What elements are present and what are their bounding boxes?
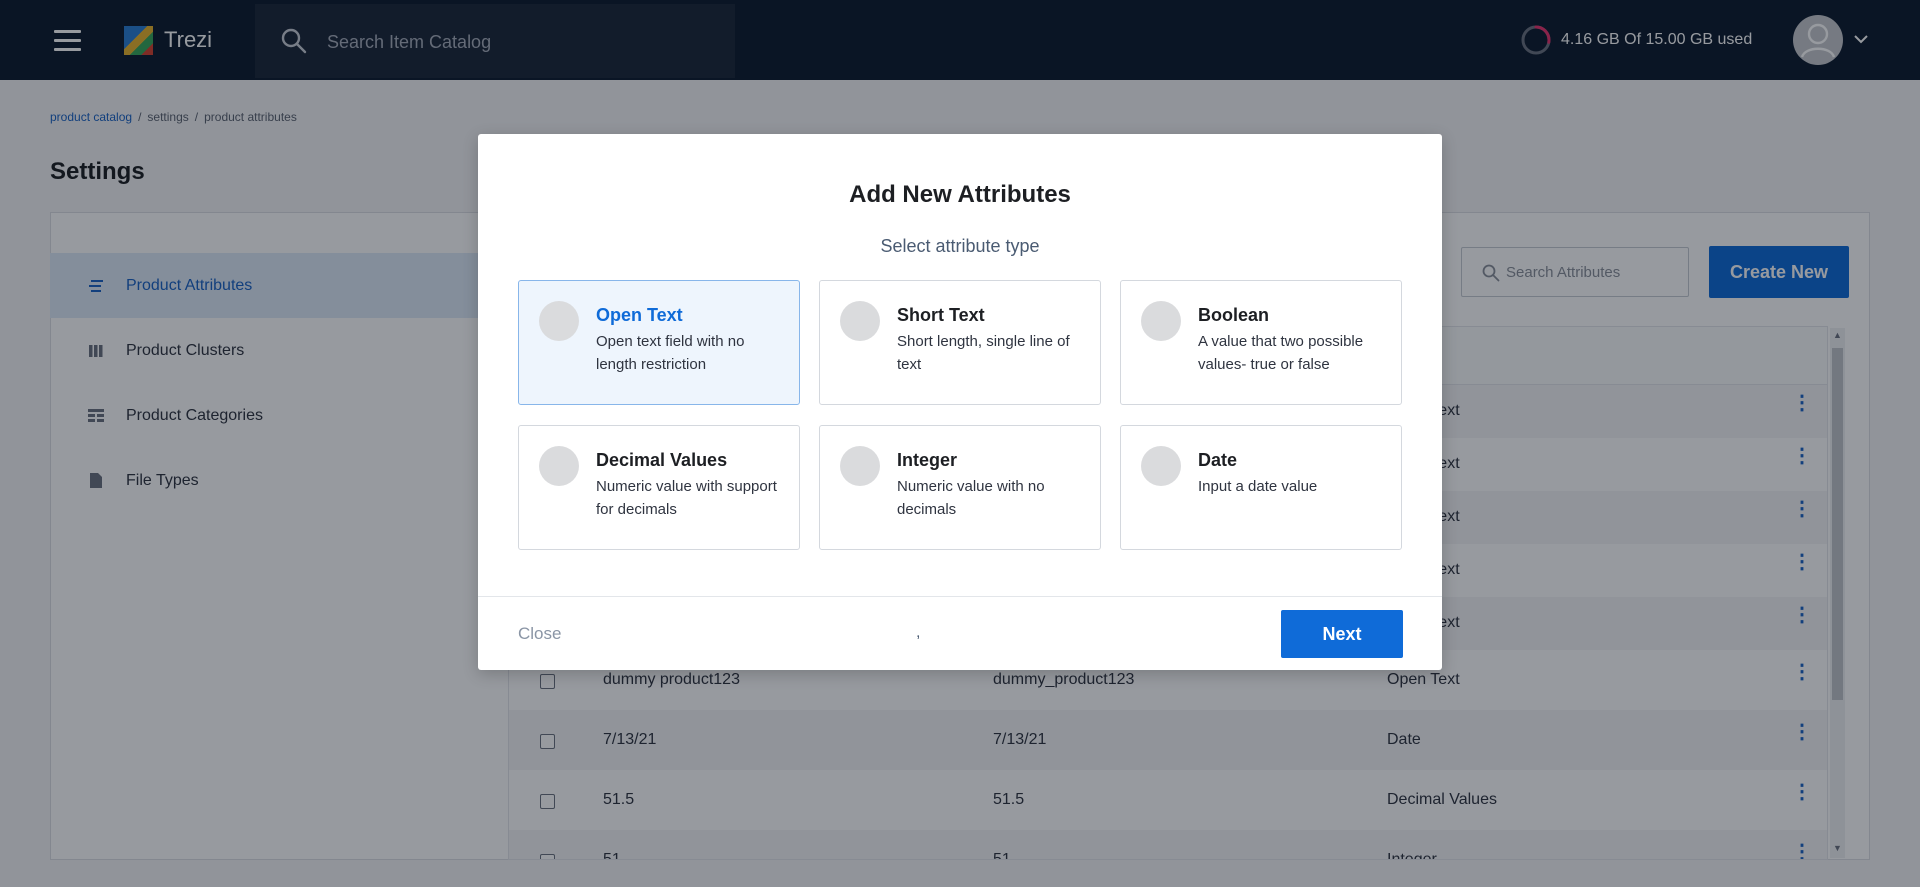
attribute-type-short-text[interactable]: Short Text Short length, single line of … — [819, 280, 1101, 405]
attribute-type-boolean[interactable]: Boolean A value that two possible values… — [1120, 280, 1402, 405]
attribute-type-description: Input a date value — [1198, 478, 1318, 495]
attribute-type-description: Numeric value with no decimals — [897, 478, 1045, 518]
attribute-type-title: Integer — [897, 450, 958, 470]
attribute-type-title: Short Text — [897, 305, 985, 325]
attribute-type-date[interactable]: Date Input a date value — [1120, 425, 1402, 550]
attribute-type-description: Numeric value with support for decimals — [596, 478, 777, 518]
radio-indicator[interactable] — [539, 446, 579, 486]
radio-indicator[interactable] — [840, 301, 880, 341]
radio-indicator[interactable] — [539, 301, 579, 341]
attribute-type-decimal-values[interactable]: Decimal Values Numeric value with suppor… — [518, 425, 800, 550]
dialog-divider — [478, 596, 1442, 597]
next-button[interactable]: Next — [1281, 610, 1403, 658]
close-button[interactable]: Close — [518, 624, 561, 644]
attribute-type-title: Date — [1198, 450, 1238, 470]
radio-indicator[interactable] — [840, 446, 880, 486]
attribute-type-description: Short length, single line of text — [897, 333, 1070, 373]
attribute-type-title: Open Text — [596, 305, 683, 325]
dialog-subtitle: Select attribute type — [880, 236, 1040, 256]
attribute-type-description: A value that two possible values- true o… — [1198, 333, 1364, 373]
attribute-type-description: Open text field with no length restricti… — [596, 333, 745, 373]
attribute-type-title: Decimal Values — [596, 450, 728, 470]
dialog-title: Add New Attributes — [849, 181, 1071, 208]
add-attribute-dialog: Add New Attributes Select attribute type… — [478, 134, 1442, 670]
footer-text: , — [916, 624, 921, 641]
attribute-type-open-text[interactable]: Open Text Open text field with no length… — [518, 280, 800, 405]
radio-indicator[interactable] — [1141, 301, 1181, 341]
radio-indicator[interactable] — [1141, 446, 1181, 486]
attribute-type-title: Boolean — [1198, 305, 1270, 325]
attribute-type-integer[interactable]: Integer Numeric value with no decimals — [819, 425, 1101, 550]
